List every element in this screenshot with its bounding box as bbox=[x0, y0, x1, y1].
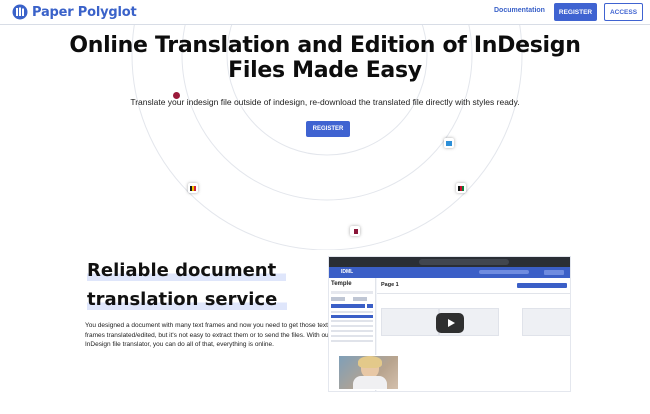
presenter-thumbnail bbox=[338, 355, 399, 390]
documentation-link[interactable]: Documentation bbox=[494, 7, 545, 14]
flag-red-icon bbox=[173, 92, 180, 99]
video-page-label: Page 1 bbox=[381, 282, 399, 288]
brand-logo[interactable]: Paper Polyglot bbox=[12, 4, 137, 20]
top-navigation-bar: Paper Polyglot Documentation REGISTER AC… bbox=[0, 0, 650, 25]
video-preview-card bbox=[522, 308, 570, 336]
hero-title-line-2: Files Made Easy bbox=[228, 58, 422, 83]
books-icon bbox=[12, 4, 28, 20]
video-source-card bbox=[381, 308, 439, 336]
flag-qatar-icon bbox=[350, 226, 360, 236]
video-main-area: Page 1 bbox=[377, 278, 570, 391]
demo-video-player[interactable]: IDML Temple Page 1 bbox=[328, 256, 571, 392]
flag-blue-icon bbox=[444, 138, 454, 148]
section-title-line-2: translation service bbox=[87, 289, 288, 310]
video-app-bar: IDML bbox=[329, 267, 570, 278]
brand-name: Paper Polyglot bbox=[32, 4, 137, 20]
flag-afghanistan-icon bbox=[456, 183, 466, 193]
hero-subtitle: Translate your indesign file outside of … bbox=[130, 97, 520, 107]
hero-title: Online Translation and Edition of InDesi… bbox=[0, 33, 650, 83]
flag-belgium-icon bbox=[188, 183, 198, 193]
access-button[interactable]: ACCESS bbox=[604, 3, 643, 21]
hero-title-line-1: Online Translation and Edition of InDesi… bbox=[69, 33, 581, 58]
video-sidebar-title: Temple bbox=[331, 281, 352, 287]
play-button[interactable] bbox=[436, 313, 464, 333]
section-title-line-1: Reliable document bbox=[87, 260, 287, 281]
section-description: You designed a document with many text f… bbox=[85, 322, 331, 348]
play-icon bbox=[447, 319, 455, 327]
section-title: Reliable document translation service bbox=[87, 256, 317, 314]
video-app-name: IDML bbox=[341, 269, 354, 275]
register-button[interactable]: REGISTER bbox=[554, 3, 597, 21]
hero-register-button[interactable]: REGISTER bbox=[306, 121, 350, 137]
video-browser-bar bbox=[329, 257, 570, 267]
